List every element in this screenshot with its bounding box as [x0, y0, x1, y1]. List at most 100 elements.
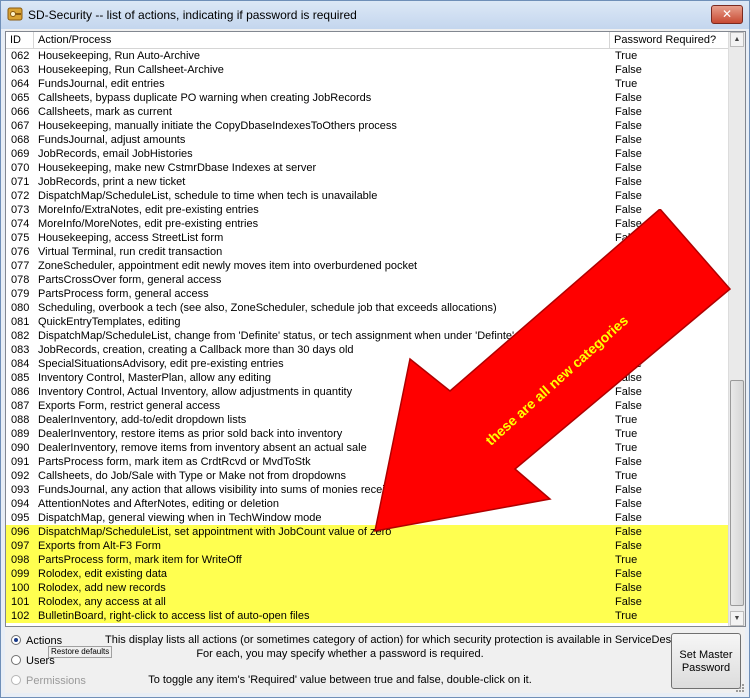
row-id: 079 [11, 288, 30, 300]
row-id: 066 [11, 106, 30, 118]
row-id: 101 [11, 596, 30, 608]
row-action: Rolodex, any access at all [38, 596, 166, 608]
table-row[interactable]: 069 JobRecords, email JobHistories False [6, 147, 729, 161]
row-id: 076 [11, 246, 30, 258]
radio-permissions[interactable]: Permissions [11, 674, 86, 688]
table-row[interactable]: 095 DispatchMap, general viewing when in … [6, 511, 729, 525]
table-row[interactable]: 071 JobRecords, print a new ticket False [6, 175, 729, 189]
row-action: Callsheets, bypass duplicate PO warning … [38, 92, 372, 104]
column-header-id[interactable]: ID [6, 32, 34, 48]
row-password-required: False [615, 512, 642, 524]
table-row[interactable]: 089 DealerInventory, restore items as pri… [6, 427, 729, 441]
row-id: 081 [11, 316, 30, 328]
row-password-required: False [615, 176, 642, 188]
table-row[interactable]: 066 Callsheets, mark as current False [6, 105, 729, 119]
row-password-required: False [615, 64, 642, 76]
restore-defaults-button[interactable]: Restore defaults [48, 646, 113, 658]
table-row[interactable]: 087 Exports Form, restrict general access… [6, 399, 729, 413]
scroll-thumb[interactable] [730, 380, 744, 606]
table-row[interactable]: 096 DispatchMap/ScheduleList, set appoint… [6, 525, 729, 539]
table-row[interactable]: 077 ZoneScheduler, appointment edit newly… [6, 259, 729, 273]
title-bar[interactable]: SD-Security -- list of actions, indicati… [1, 1, 749, 29]
table-row[interactable]: 101 Rolodex, any access at all False [6, 595, 729, 609]
table-row[interactable]: 086 Inventory Control, Actual Inventory, … [6, 385, 729, 399]
table-row[interactable]: 081 QuickEntryTemplates, editing False [6, 315, 729, 329]
row-password-required: False [615, 372, 642, 384]
table-row[interactable]: 076 Virtual Terminal, run credit transact… [6, 245, 729, 259]
column-header-password[interactable]: Password Required? [610, 32, 729, 48]
table-row[interactable]: 102 BulletinBoard, right-click to access … [6, 609, 729, 623]
row-action: Callsheets, do Job/Sale with Type or Mak… [38, 470, 346, 482]
row-password-required: False [615, 344, 642, 356]
actions-list[interactable]: ID Action/Process Password Required? 062… [5, 31, 746, 627]
row-password-required: True [615, 414, 638, 426]
table-row[interactable]: 062 Housekeeping, Run Auto-Archive True [6, 49, 729, 63]
close-button[interactable]: ✕ [711, 5, 743, 24]
row-action: QuickEntryTemplates, editing [38, 316, 181, 328]
row-password-required: False [615, 120, 642, 132]
table-row[interactable]: 084 SpecialSituationsAdvisory, edit pre-e… [6, 357, 729, 371]
row-password-required: False [615, 386, 642, 398]
table-row[interactable]: 092 Callsheets, do Job/Sale with Type or … [6, 469, 729, 483]
table-row[interactable]: 068 FundsJournal, adjust amounts False [6, 133, 729, 147]
row-password-required: False [615, 456, 642, 468]
table-row[interactable]: 065 Callsheets, bypass duplicate PO warni… [6, 91, 729, 105]
table-row[interactable]: 075 Housekeeping, access StreetList form F… [6, 231, 729, 245]
table-row[interactable]: 079 PartsProcess form, general access Fals… [6, 287, 729, 301]
row-password-required: False [615, 498, 642, 510]
table-row[interactable]: 088 DealerInventory, add-to/edit dropdown… [6, 413, 729, 427]
set-master-password-button[interactable]: Set Master Password [671, 633, 741, 689]
table-row[interactable]: 074 MoreInfo/MoreNotes, edit pre-existing… [6, 217, 729, 231]
table-row[interactable]: 097 Exports from Alt-F3 Form False [6, 539, 729, 553]
row-id: 089 [11, 428, 30, 440]
row-action: Housekeeping, make new CstmrDbase Indexe… [38, 162, 317, 174]
row-id: 083 [11, 344, 30, 356]
table-row[interactable]: 098 PartsProcess form, mark item for Writ… [6, 553, 729, 567]
row-id: 070 [11, 162, 30, 174]
info-line-2: For each, you may specify whether a pass… [196, 648, 484, 660]
radio-users[interactable]: Users [11, 654, 55, 668]
row-password-required: False [615, 330, 642, 342]
row-password-required: False [615, 274, 642, 286]
row-password-required: False [615, 582, 642, 594]
vertical-scrollbar[interactable]: ▲ ▼ [728, 32, 745, 626]
table-row[interactable]: 080 Scheduling, overbook a tech (see also… [6, 301, 729, 315]
row-id: 088 [11, 414, 30, 426]
table-row[interactable]: 070 Housekeeping, make new CstmrDbase Ind… [6, 161, 729, 175]
row-action: DispatchMap/ScheduleList, change from 'D… [38, 330, 547, 342]
row-password-required: False [615, 246, 642, 258]
row-password-required: False [615, 568, 642, 580]
row-action: JobRecords, creation, creating a Callbac… [38, 344, 354, 356]
scroll-down-button[interactable]: ▼ [730, 611, 744, 626]
table-row[interactable]: 064 FundsJournal, edit entries True [6, 77, 729, 91]
table-row[interactable]: 099 Rolodex, edit existing data False [6, 567, 729, 581]
row-password-required: False [615, 400, 642, 412]
table-row[interactable]: 094 AttentionNotes and AfterNotes, editin… [6, 497, 729, 511]
row-action: AttentionNotes and AfterNotes, editing o… [38, 498, 279, 510]
row-action: Housekeeping, access StreetList form [38, 232, 224, 244]
table-row[interactable]: 072 DispatchMap/ScheduleList, schedule to… [6, 189, 729, 203]
table-row[interactable]: 078 PartsCrossOver form, general access Fa… [6, 273, 729, 287]
table-row[interactable]: 100 Rolodex, add new records False [6, 581, 729, 595]
column-header-action[interactable]: Action/Process [34, 32, 610, 48]
row-password-required: False [615, 540, 642, 552]
table-row[interactable]: 063 Housekeeping, Run Callsheet-Archive Fa… [6, 63, 729, 77]
row-password-required: False [615, 162, 642, 174]
row-password-required: False [615, 148, 642, 160]
table-row[interactable]: 090 DealerInventory, remove items from in… [6, 441, 729, 455]
resize-grip-icon[interactable] [733, 681, 745, 693]
row-action: PartsCrossOver form, general access [38, 274, 222, 286]
table-row[interactable]: 082 DispatchMap/ScheduleList, change from… [6, 329, 729, 343]
table-row[interactable]: 073 MoreInfo/ExtraNotes, edit pre-existin… [6, 203, 729, 217]
row-action: FundsJournal, edit entries [38, 78, 165, 90]
table-row[interactable]: 093 FundsJournal, any action that allows … [6, 483, 729, 497]
scroll-up-button[interactable]: ▲ [730, 32, 744, 47]
row-id: 062 [11, 50, 30, 62]
table-row[interactable]: 083 JobRecords, creation, creating a Call… [6, 343, 729, 357]
table-row[interactable]: 091 PartsProcess form, mark item as CrdtR… [6, 455, 729, 469]
table-row[interactable]: 085 Inventory Control, MasterPlan, allow … [6, 371, 729, 385]
row-id: 100 [11, 582, 30, 594]
row-action: Inventory Control, MasterPlan, allow any… [38, 372, 271, 384]
row-password-required: False [615, 190, 642, 202]
table-row[interactable]: 067 Housekeeping, manually initiate the C… [6, 119, 729, 133]
